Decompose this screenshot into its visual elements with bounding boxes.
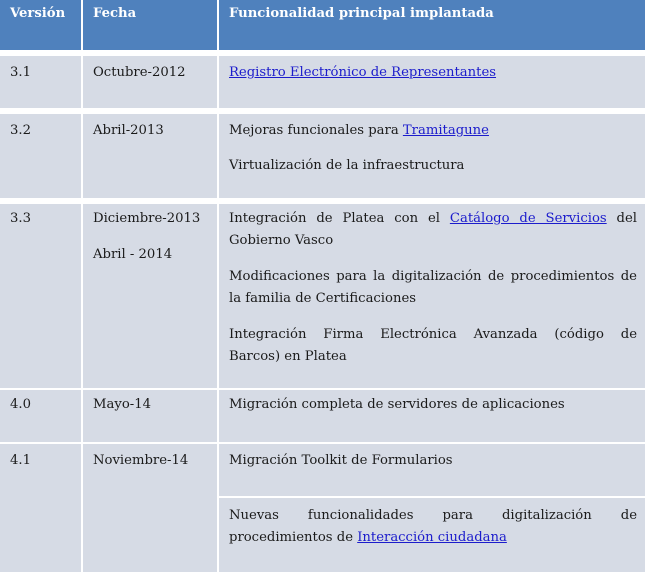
feature-item-line: Barcos) en Platea bbox=[229, 349, 347, 364]
feature-text: procedimientos de bbox=[229, 530, 358, 545]
header-date: Fecha bbox=[93, 6, 137, 21]
feature-item-line: Gobierno Vasco bbox=[229, 233, 334, 248]
header-version-cell: Versión bbox=[0, 0, 81, 50]
feature-item: Mejoras funcionales para Tramitagune bbox=[229, 120, 637, 142]
table-row-version: 3.3 bbox=[0, 204, 81, 388]
feature-item-line: la familia de Certificaciones bbox=[229, 291, 417, 306]
row-version: 4.0 bbox=[10, 397, 31, 412]
table-row-version: 3.2 bbox=[0, 114, 81, 198]
feature-item-line: procedimientos de Interacción ciudadana bbox=[229, 527, 637, 549]
table-row-date: Mayo-14 bbox=[83, 390, 217, 442]
feature-text: del bbox=[606, 211, 638, 226]
interaccion-ciudadana-link[interactable]: Interacción ciudadana bbox=[357, 530, 507, 545]
feature-item: Virtualización de la infraestructura bbox=[229, 158, 465, 173]
version-history-table: Versión Fecha Funcionalidad principal im… bbox=[0, 0, 645, 572]
feature-item-line: Modificaciones para la digitalización de… bbox=[229, 269, 637, 284]
feature-text: Integración de Platea con el bbox=[229, 211, 450, 226]
table-row-feature: Registro Electrónico de Representantes bbox=[219, 56, 645, 108]
table-row-feature: Mejoras funcionales para Tramitagune Vir… bbox=[219, 114, 645, 198]
table-row-feature: Migración completa de servidores de apli… bbox=[219, 390, 645, 442]
registro-representantes-link[interactable]: Registro Electrónico de Representantes bbox=[229, 65, 496, 80]
row-version: 4.1 bbox=[10, 453, 31, 468]
feature-item-line: Integración Firma Electrónica Avanzada (… bbox=[229, 327, 637, 342]
table-row-feature: Integración de Platea con el Catálogo de… bbox=[219, 204, 645, 388]
row-date: Abril - 2014 bbox=[93, 247, 173, 262]
feature-item-line: Integración de Platea con el Catálogo de… bbox=[229, 208, 637, 230]
table-row-version: 4.0 bbox=[0, 390, 81, 442]
header-version: Versión bbox=[10, 6, 66, 21]
row-date: Octubre-2012 bbox=[93, 65, 186, 80]
header-feature-cell: Funcionalidad principal implantada bbox=[219, 0, 645, 50]
header-date-cell: Fecha bbox=[83, 0, 217, 50]
row-date: Noviembre-14 bbox=[93, 453, 189, 468]
table-row-date: Abril-2013 bbox=[83, 114, 217, 198]
table-row-date: Octubre-2012 bbox=[83, 56, 217, 108]
feature-text: Mejoras funcionales para bbox=[229, 123, 403, 138]
feature-item: Registro Electrónico de Representantes bbox=[229, 62, 637, 84]
table-row-date: Noviembre-14 bbox=[83, 444, 217, 572]
table-row-feature: Nuevas funcionalidades para digitalizaci… bbox=[219, 498, 645, 572]
feature-item-line: Nuevas funcionalidades para digitalizaci… bbox=[229, 508, 637, 523]
feature-item: Migración completa de servidores de apli… bbox=[229, 397, 565, 412]
row-date: Diciembre-2013 bbox=[93, 211, 201, 226]
row-version: 3.3 bbox=[10, 211, 31, 226]
table-row-date: Diciembre-2013 Abril - 2014 bbox=[83, 204, 217, 388]
table-row-version: 3.1 bbox=[0, 56, 81, 108]
row-date: Mayo-14 bbox=[93, 397, 151, 412]
header-feature: Funcionalidad principal implantada bbox=[229, 6, 494, 21]
table-row-feature: Migración Toolkit de Formularios bbox=[219, 444, 645, 496]
tramitagune-link[interactable]: Tramitagune bbox=[403, 123, 489, 138]
table-row-version: 4.1 bbox=[0, 444, 81, 572]
row-date: Abril-2013 bbox=[93, 123, 164, 138]
row-version: 3.2 bbox=[10, 123, 31, 138]
feature-item: Migración Toolkit de Formularios bbox=[229, 453, 453, 468]
row-version: 3.1 bbox=[10, 65, 31, 80]
catalogo-servicios-link[interactable]: Catálogo de Servicios bbox=[450, 211, 607, 226]
